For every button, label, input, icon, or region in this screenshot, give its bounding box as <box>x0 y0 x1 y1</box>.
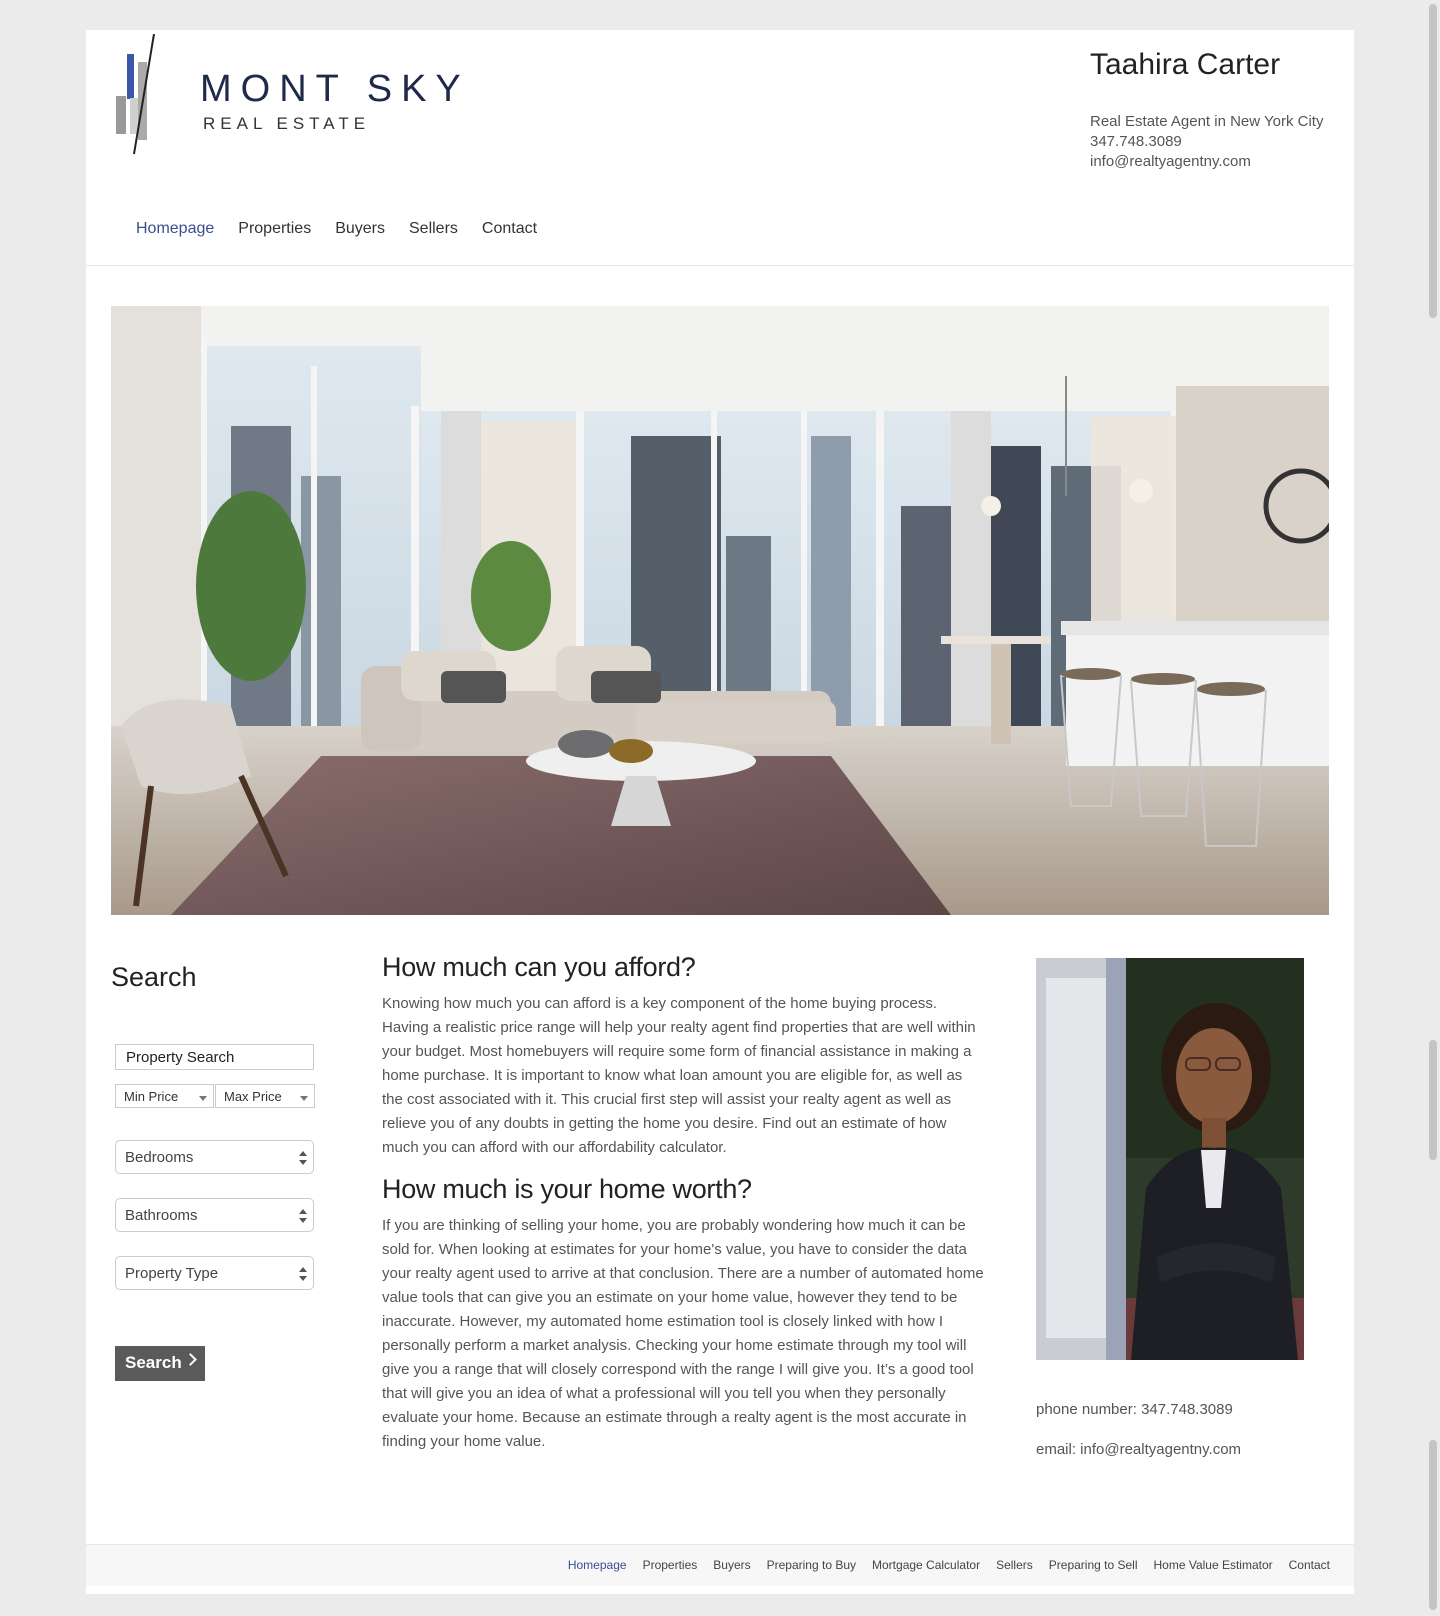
search-sidebar: Search Property Search Min Price Max Pri… <box>111 962 321 1381</box>
scrollbar-thumb[interactable] <box>1429 4 1437 318</box>
footer-nav-properties[interactable]: Properties <box>643 1558 698 1572</box>
max-price-select[interactable]: Max Price <box>215 1084 315 1108</box>
agent-header: Taahira Carter Real Estate Agent in New … <box>1090 48 1340 172</box>
max-price-label: Max Price <box>224 1089 282 1104</box>
chevron-right-icon <box>184 1353 197 1366</box>
bedrooms-select[interactable]: Bedrooms <box>115 1140 314 1174</box>
agent-phone[interactable]: 347.748.3089 <box>1090 132 1340 152</box>
bedrooms-label: Bedrooms <box>125 1149 194 1166</box>
contact-phone[interactable]: phone number: 347.748.3089 <box>1036 1401 1233 1418</box>
agent-email[interactable]: info@realtyagentny.com <box>1090 152 1340 172</box>
footer-nav-mortgage-calculator[interactable]: Mortgage Calculator <box>872 1558 980 1572</box>
page-container: MONT SKY REAL ESTATE Taahira Carter Real… <box>86 30 1354 1594</box>
chevron-down-icon <box>300 1096 308 1101</box>
agent-photo <box>1036 958 1304 1360</box>
select-arrows-icon <box>299 1267 307 1281</box>
search-button-label: Search <box>125 1353 182 1372</box>
select-arrows-icon <box>299 1151 307 1165</box>
footer: Homepage Properties Buyers Preparing to … <box>86 1544 1354 1586</box>
footer-nav-buyers[interactable]: Buyers <box>713 1558 750 1572</box>
property-type-select[interactable]: Property Type <box>115 1256 314 1290</box>
agent-title: Real Estate Agent in New York City <box>1090 113 1324 130</box>
nav-homepage[interactable]: Homepage <box>136 220 214 238</box>
select-arrows-icon <box>299 1209 307 1223</box>
footer-nav-home-value-estimator[interactable]: Home Value Estimator <box>1153 1558 1272 1572</box>
afford-paragraph: Knowing how much you can afford is a key… <box>382 995 976 1156</box>
footer-nav: Homepage Properties Buyers Preparing to … <box>568 1558 1330 1572</box>
logo-tagline: REAL ESTATE <box>203 114 371 133</box>
worth-heading: How much is your home worth? <box>382 1174 752 1204</box>
logo[interactable]: MONT SKY REAL ESTATE <box>114 34 461 164</box>
scrollbar-thumb-tertiary[interactable] <box>1429 1440 1437 1610</box>
search-button[interactable]: Search <box>115 1346 205 1381</box>
footer-nav-contact[interactable]: Contact <box>1289 1558 1330 1572</box>
main-nav: Homepage Properties Buyers Sellers Conta… <box>136 220 537 238</box>
footer-nav-homepage[interactable]: Homepage <box>568 1558 627 1572</box>
bathrooms-select[interactable]: Bathrooms <box>115 1198 314 1232</box>
chevron-down-icon <box>199 1096 207 1101</box>
nav-contact[interactable]: Contact <box>482 220 537 238</box>
min-price-label: Min Price <box>124 1089 179 1104</box>
property-type-label: Property Type <box>125 1265 219 1282</box>
logo-mark-icon <box>116 34 155 155</box>
hero-living-room-image <box>111 306 1329 915</box>
contact-email[interactable]: email: info@realtyagentny.com <box>1036 1441 1241 1458</box>
footer-nav-preparing-to-sell[interactable]: Preparing to Sell <box>1049 1558 1138 1572</box>
worth-paragraph: If you are thinking of selling your home… <box>382 1217 984 1450</box>
search-title: Search <box>111 962 197 992</box>
nav-sellers[interactable]: Sellers <box>409 220 458 238</box>
property-search-input[interactable]: Property Search <box>115 1044 314 1070</box>
afford-heading: How much can you afford? <box>382 952 696 982</box>
logo-wordmark: MONT SKY <box>200 68 470 110</box>
scrollbar[interactable] <box>1426 0 1440 1616</box>
agent-name: Taahira Carter <box>1090 48 1281 81</box>
footer-nav-sellers[interactable]: Sellers <box>996 1558 1033 1572</box>
min-price-select[interactable]: Min Price <box>115 1084 214 1108</box>
nav-properties[interactable]: Properties <box>238 220 311 238</box>
nav-buyers[interactable]: Buyers <box>335 220 385 238</box>
scrollbar-thumb-secondary[interactable] <box>1429 1040 1437 1160</box>
main-content: How much can you afford? Knowing how muc… <box>382 950 987 1466</box>
bathrooms-label: Bathrooms <box>125 1207 198 1224</box>
header-divider <box>86 265 1354 266</box>
footer-nav-preparing-to-buy[interactable]: Preparing to Buy <box>767 1558 856 1572</box>
